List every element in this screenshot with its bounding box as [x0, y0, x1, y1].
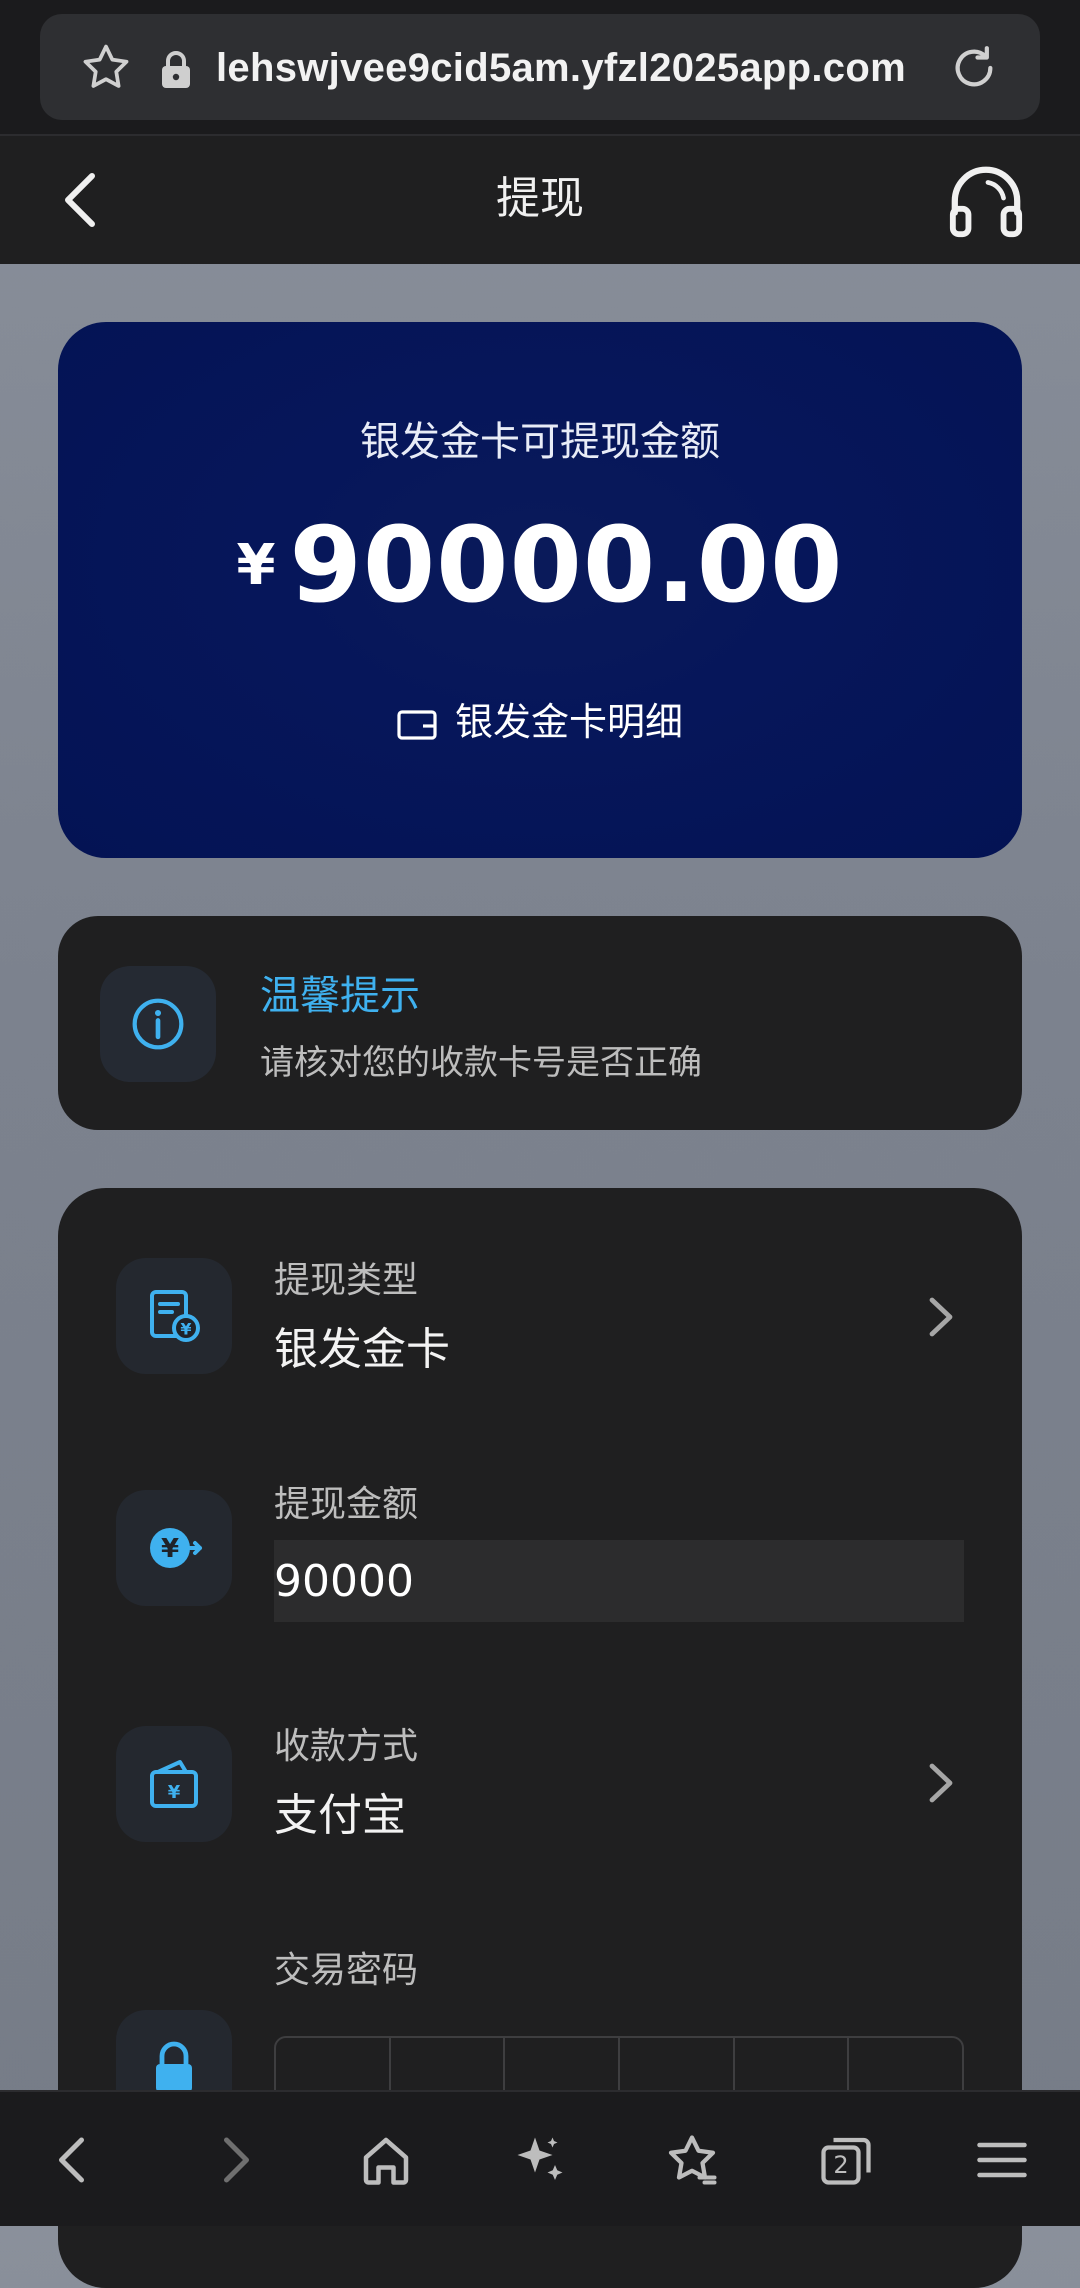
browser-bottom-bar: 2 — [0, 2090, 1080, 2226]
withdraw-type-label: 提现类型 — [274, 1260, 419, 1301]
svg-text:¥: ¥ — [161, 1534, 179, 1564]
lock-icon — [156, 2041, 192, 2092]
tips-text: 请核对您的收款卡号是否正确 — [260, 1043, 702, 1083]
tips-title: 温馨提示 — [260, 973, 420, 1019]
withdraw-type-value[interactable]: 银发金卡 — [274, 1318, 450, 1382]
tips-card: 温馨提示 请核对您的收款卡号是否正确 — [58, 916, 1022, 1130]
reload-icon[interactable] — [946, 40, 1002, 96]
customer-service-headset-icon[interactable] — [946, 162, 1026, 240]
wallet-yen-icon: ¥ — [150, 1760, 198, 1808]
info-icon-wrap — [100, 966, 216, 1082]
chevron-right-icon[interactable] — [926, 1294, 956, 1340]
chevron-right-icon[interactable] — [926, 1760, 956, 1806]
card-detail-label: 银发金卡明细 — [454, 700, 683, 744]
transaction-password-label: 交易密码 — [274, 1950, 419, 1991]
receipt-yen-icon: ¥ — [150, 1290, 200, 1342]
browser-back-icon[interactable] — [44, 2130, 104, 2190]
payment-method-label: 收款方式 — [274, 1726, 419, 1767]
browser-forward-icon[interactable] — [204, 2130, 264, 2190]
browser-toolbar: lehswjvee9cid5am.yfzl2025app.com — [0, 0, 1080, 136]
withdraw-amount-input[interactable] — [274, 1540, 964, 1622]
sparkle-ai-icon[interactable] — [510, 2130, 570, 2190]
wallet-icon — [397, 709, 437, 740]
app-header: 提现 — [0, 136, 1080, 264]
bookmark-star-icon[interactable] — [78, 40, 134, 96]
favorites-icon[interactable] — [662, 2130, 722, 2190]
address-bar[interactable]: lehswjvee9cid5am.yfzl2025app.com — [40, 14, 1040, 120]
balance-label: 银发金卡可提现金额 — [360, 419, 720, 465]
svg-text:¥: ¥ — [180, 1320, 191, 1339]
withdraw-amount-icon-wrap: ¥ — [116, 1490, 232, 1606]
lock-icon — [162, 51, 190, 88]
balance-amount-row: ¥90000.00 — [58, 504, 1022, 626]
menu-icon[interactable] — [972, 2130, 1032, 2190]
info-icon — [132, 998, 184, 1050]
tabs-button[interactable]: 2 — [816, 2130, 876, 2190]
payment-method-value[interactable]: 支付宝 — [274, 1784, 406, 1848]
home-icon[interactable] — [356, 2130, 416, 2190]
withdraw-amount-label: 提现金额 — [274, 1484, 419, 1525]
tab-count: 2 — [833, 2151, 849, 2179]
withdraw-type-icon-wrap: ¥ — [116, 1258, 232, 1374]
page-title: 提现 — [496, 173, 584, 224]
balance-amount: 90000.00 — [289, 504, 844, 626]
url-text[interactable]: lehswjvee9cid5am.yfzl2025app.com — [216, 40, 906, 96]
svg-text:¥: ¥ — [168, 1782, 181, 1803]
payment-method-icon-wrap: ¥ — [116, 1726, 232, 1842]
currency-symbol: ¥ — [236, 532, 276, 598]
card-detail-link[interactable]: 银发金卡明细 — [58, 694, 1022, 750]
balance-card: 银发金卡可提现金额 ¥90000.00 银发金卡明细 — [58, 322, 1022, 858]
yen-coin-icon: ¥ — [150, 1528, 202, 1568]
